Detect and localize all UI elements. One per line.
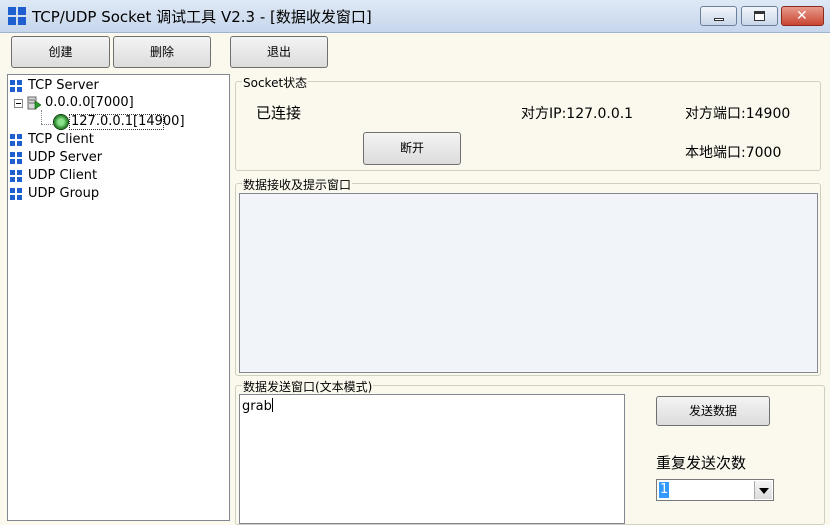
tree-item-label: TCP Server [28, 78, 99, 93]
chevron-down-icon[interactable] [754, 481, 772, 499]
tree-connector [41, 124, 53, 125]
minimize-icon [714, 18, 724, 21]
group-title: 数据发送窗口(文本模式) [242, 378, 374, 395]
tcp-server-icon [10, 80, 22, 92]
exit-button[interactable]: 退出 [230, 36, 328, 68]
send-textarea[interactable]: grab [239, 394, 625, 524]
text-caret [271, 398, 273, 412]
delete-button[interactable]: 删除 [113, 36, 211, 68]
connected-client-icon [54, 115, 68, 129]
udp-client-icon [10, 170, 22, 182]
tree-item-label: 0.0.0.0[7000] [45, 95, 134, 110]
tree-item-label: TCP Client [28, 132, 94, 147]
tree-item-label: UDP Server [28, 150, 103, 165]
tree-item-label: UDP Client [28, 168, 98, 183]
window-title: TCP/UDP Socket 调试工具 V2.3 - [数据收发窗口] [32, 8, 372, 26]
maximize-button[interactable] [741, 6, 778, 26]
group-title: Socket状态 [242, 74, 309, 91]
send-text: grab [242, 399, 272, 414]
app-icon [8, 7, 26, 25]
udp-group-icon [10, 188, 22, 200]
connection-state: 已连接 [256, 104, 302, 122]
create-button[interactable]: 创建 [11, 36, 110, 68]
disconnect-button[interactable]: 断开 [363, 132, 461, 165]
collapse-icon[interactable] [14, 99, 23, 108]
server-icon [27, 96, 41, 110]
maximize-icon [754, 11, 765, 21]
tree-connector [41, 110, 42, 124]
group-title: 数据接收及提示窗口 [242, 176, 353, 193]
title-bar: TCP/UDP Socket 调试工具 V2.3 - [数据收发窗口] ✕ [0, 0, 830, 33]
minimize-button[interactable] [700, 6, 737, 26]
socket-tree[interactable]: TCP Server 0.0.0.0[7000] 127.0.0.1[14900… [7, 74, 230, 521]
repeat-count-label: 重复发送次数 [656, 454, 747, 472]
repeat-count-value: 1 [659, 482, 670, 498]
receive-textarea[interactable] [239, 193, 818, 373]
udp-server-icon [10, 152, 22, 164]
close-icon: ✕ [796, 8, 808, 24]
tcp-client-icon [10, 134, 22, 146]
tree-item-label: UDP Group [28, 186, 100, 201]
remote-port: 对方端口:14900 [685, 106, 791, 122]
tree-item-label: 127.0.0.1[14900] [71, 114, 185, 129]
local-port: 本地端口:7000 [685, 145, 782, 161]
send-button[interactable]: 发送数据 [656, 396, 770, 426]
close-button[interactable]: ✕ [781, 6, 824, 26]
repeat-count-select[interactable]: 1 [656, 479, 774, 501]
remote-ip: 对方IP:127.0.0.1 [521, 106, 634, 122]
